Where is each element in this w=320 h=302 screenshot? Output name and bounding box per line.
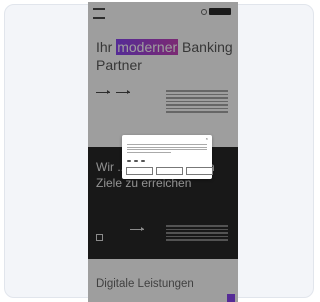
consent-button[interactable] (156, 167, 183, 175)
consent-toggle[interactable] (134, 160, 138, 162)
consent-toggle[interactable] (141, 160, 145, 162)
consent-button[interactable] (186, 167, 213, 175)
close-icon[interactable]: × (206, 137, 208, 141)
consent-toggle[interactable] (127, 160, 131, 162)
cookie-consent-dialog: × (122, 135, 213, 179)
consent-actions (126, 167, 213, 175)
consent-text (127, 144, 207, 154)
consent-toggles (127, 160, 145, 162)
consent-button[interactable] (126, 167, 153, 175)
